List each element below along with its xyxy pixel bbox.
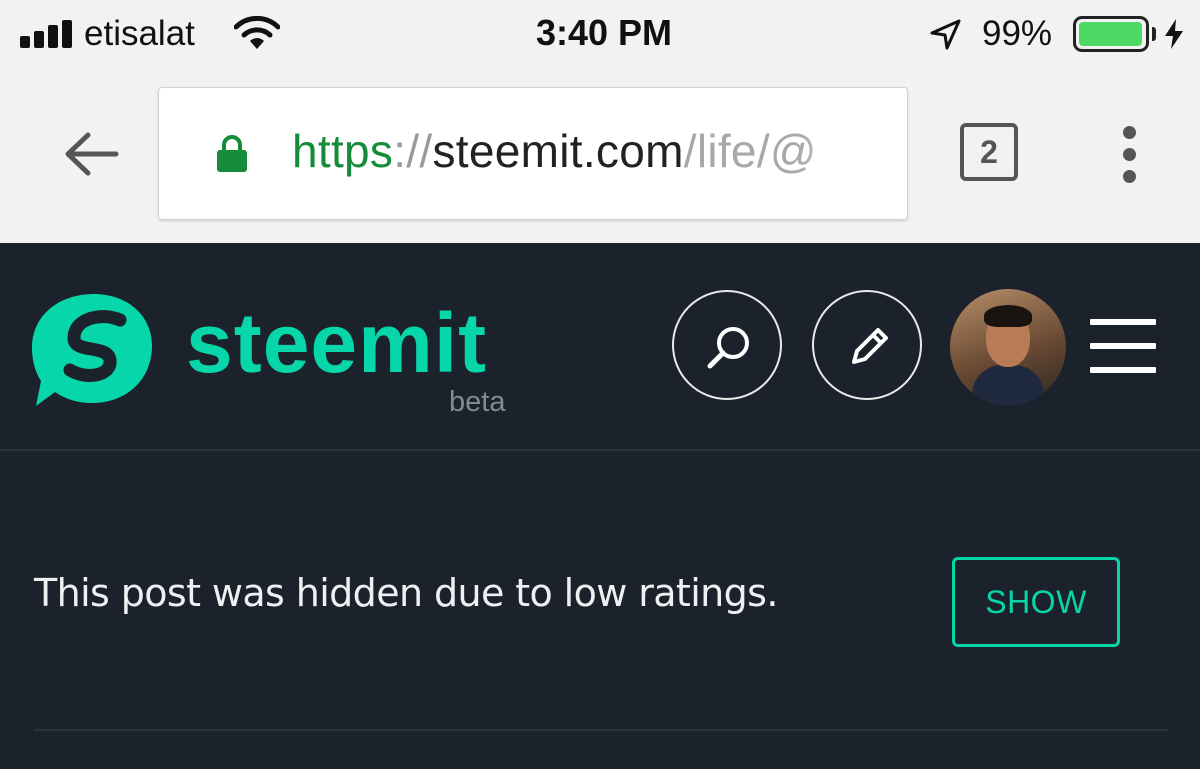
site-header: steemit beta xyxy=(0,243,1200,451)
charging-bolt-icon xyxy=(1165,19,1183,49)
url-scheme: https xyxy=(292,125,394,177)
brand-name[interactable]: steemit xyxy=(186,295,487,392)
beta-label: beta xyxy=(449,386,506,418)
avatar[interactable] xyxy=(950,289,1066,405)
search-icon xyxy=(707,327,749,369)
address-bar[interactable]: https://steemit.com/life/@ xyxy=(158,87,908,220)
battery-icon xyxy=(1073,16,1149,52)
write-post-button[interactable] xyxy=(812,290,922,400)
back-arrow-icon[interactable] xyxy=(60,127,122,181)
search-button[interactable] xyxy=(672,290,782,400)
battery-tip xyxy=(1152,27,1156,41)
lock-icon xyxy=(217,135,247,172)
battery-percent: 99% xyxy=(982,14,1053,53)
status-bar: etisalat 3:40 PM 99% xyxy=(0,0,1200,70)
url-text: https://steemit.com/life/@ xyxy=(292,124,817,178)
hidden-post-message: This post was hidden due to low ratings. xyxy=(34,571,778,615)
browser-toolbar: https://steemit.com/life/@ 2 xyxy=(0,70,1200,243)
steemit-logo-icon[interactable] xyxy=(30,288,154,408)
pencil-icon xyxy=(852,328,888,364)
overflow-menu-icon[interactable] xyxy=(1112,126,1146,184)
url-fade xyxy=(797,88,907,219)
location-arrow-icon xyxy=(930,19,961,50)
tab-switcher-button[interactable]: 2 xyxy=(960,123,1018,181)
url-separator: :// xyxy=(393,125,433,177)
hamburger-menu-icon[interactable] xyxy=(1090,319,1156,373)
show-button[interactable]: SHOW xyxy=(952,557,1120,647)
divider xyxy=(34,729,1168,731)
url-host: steemit.com xyxy=(432,125,684,177)
